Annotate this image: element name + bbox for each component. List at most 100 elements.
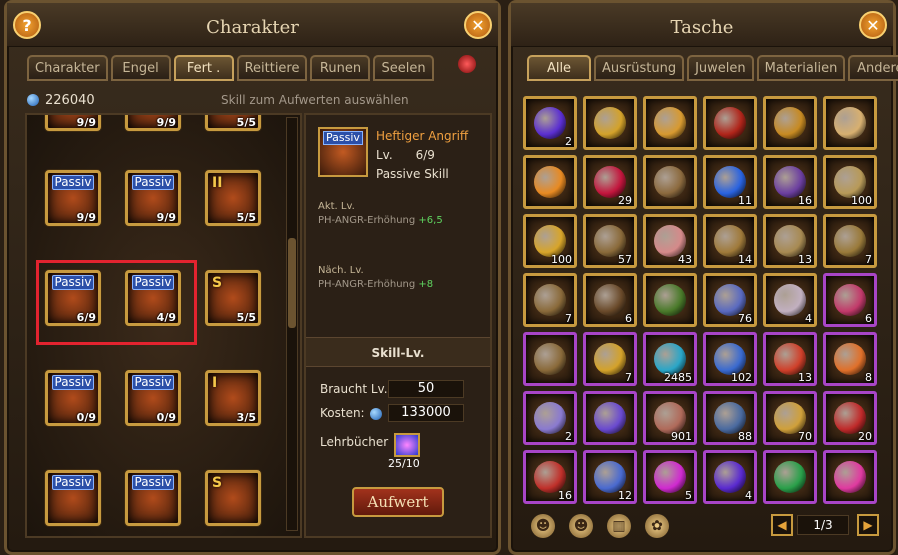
character-titlebar: ? Charakter ✕: [7, 3, 498, 47]
bag-tab-juwelen[interactable]: Juwelen: [687, 55, 754, 81]
skill-slot[interactable]: S 5/5: [205, 270, 261, 326]
bag-close-button[interactable]: ✕: [859, 11, 887, 39]
tab-runen[interactable]: Runen: [310, 55, 371, 81]
item-icon: [594, 402, 626, 434]
inventory-slot[interactable]: [583, 391, 637, 445]
bag-tab-alle[interactable]: Alle: [527, 55, 591, 81]
prev-page-button[interactable]: ◀: [771, 514, 793, 536]
inventory-slot[interactable]: [763, 96, 817, 150]
inventory-slot[interactable]: 43: [643, 214, 697, 268]
skill-slot[interactable]: Passiv: [45, 470, 101, 526]
inventory-slot[interactable]: [823, 450, 877, 504]
skill-slot[interactable]: Passiv 0/9: [125, 370, 181, 426]
stack-icon[interactable]: ▥: [607, 514, 631, 538]
inventory-slot[interactable]: 100: [823, 155, 877, 209]
character-panel: ? Charakter ✕ Charakter Engel Fert . Reitti…: [4, 0, 501, 555]
item-count: 14: [738, 253, 752, 266]
upgrade-button[interactable]: Aufwert: [352, 487, 444, 517]
inventory-slot[interactable]: 70: [763, 391, 817, 445]
item-count: 57: [618, 253, 632, 266]
inventory-slot[interactable]: 6: [583, 273, 637, 327]
passive-badge: Passiv: [132, 175, 174, 190]
tab-seelen[interactable]: Seelen: [373, 55, 434, 81]
inventory-slot[interactable]: 57: [583, 214, 637, 268]
inventory-slot[interactable]: 4: [703, 450, 757, 504]
scroll-thumb[interactable]: [288, 238, 296, 328]
inventory-slot[interactable]: 102: [703, 332, 757, 386]
split-icon[interactable]: ☻: [569, 514, 593, 538]
item-icon: [534, 402, 566, 434]
inventory-slot[interactable]: 29: [583, 155, 637, 209]
inventory-slot[interactable]: 7: [523, 273, 577, 327]
skill-slot[interactable]: Passiv: [125, 470, 181, 526]
inventory-slot[interactable]: [823, 96, 877, 150]
inventory-slot[interactable]: 11: [703, 155, 757, 209]
inventory-slot[interactable]: [643, 273, 697, 327]
required-level-label: Braucht Lv.:: [320, 382, 392, 396]
skill-slot[interactable]: Passiv 9/9: [125, 170, 181, 226]
inventory-slot[interactable]: [583, 96, 637, 150]
settings-icon[interactable]: [458, 55, 476, 73]
skill-slot[interactable]: 9/9: [45, 115, 101, 131]
inventory-slot[interactable]: 13: [763, 214, 817, 268]
inventory-slot[interactable]: 7: [823, 214, 877, 268]
skill-slot[interactable]: II 5/5: [205, 170, 261, 226]
skill-slot[interactable]: Passiv 4/9: [125, 270, 181, 326]
bag-tab-ausr-stung[interactable]: Ausrüstung: [594, 55, 685, 81]
tab-charakter[interactable]: Charakter: [27, 55, 108, 81]
inventory-slot[interactable]: [523, 332, 577, 386]
inventory-slot[interactable]: 4: [763, 273, 817, 327]
passive-badge: Passiv: [52, 175, 94, 190]
inventory-slot[interactable]: [643, 96, 697, 150]
skill-level-label: 0/9: [76, 411, 96, 424]
book-icon[interactable]: [394, 433, 420, 457]
inventory-slot[interactable]: 901: [643, 391, 697, 445]
skill-level-label: 9/9: [156, 211, 176, 224]
inventory-slot[interactable]: [523, 155, 577, 209]
skill-scrollbar[interactable]: [286, 117, 298, 531]
inventory-slot[interactable]: 14: [703, 214, 757, 268]
inventory-slot[interactable]: 12: [583, 450, 637, 504]
inventory-slot[interactable]: 76: [703, 273, 757, 327]
bag-tabs: AlleAusrüstungJuwelenMaterialienAndere: [527, 55, 898, 81]
skill-slot[interactable]: Passiv 6/9: [45, 270, 101, 326]
tab-fert[interactable]: Fert .: [173, 55, 234, 81]
inventory-slot[interactable]: 8: [823, 332, 877, 386]
inventory-slot[interactable]: [643, 155, 697, 209]
inventory-slot[interactable]: 2: [523, 391, 577, 445]
item-icon: [534, 343, 566, 375]
skill-slot[interactable]: Passiv 9/9: [45, 170, 101, 226]
inventory-slot[interactable]: 5: [643, 450, 697, 504]
next-level-label: Näch. Lv.: [318, 265, 364, 276]
passive-badge: Passiv: [52, 475, 94, 490]
inventory-slot[interactable]: 16: [523, 450, 577, 504]
inventory-slot[interactable]: 2485: [643, 332, 697, 386]
item-count: 12: [618, 489, 632, 502]
inventory-slot[interactable]: 20: [823, 391, 877, 445]
next-page-button[interactable]: ▶: [857, 514, 879, 536]
item-count: 2485: [664, 371, 692, 384]
inventory-slot[interactable]: 88: [703, 391, 757, 445]
inventory-slot[interactable]: [703, 96, 757, 150]
inventory-slot[interactable]: 7: [583, 332, 637, 386]
books-label: Lehrbücher: [320, 435, 389, 449]
skill-slot[interactable]: Passiv 0/9: [45, 370, 101, 426]
skill-slot[interactable]: 9/9: [125, 115, 181, 131]
tab-reittiere[interactable]: Reittiere: [236, 55, 308, 81]
close-button[interactable]: ✕: [464, 11, 492, 39]
bag-tab-materialien[interactable]: Materialien: [756, 55, 846, 81]
inventory-slot[interactable]: 2: [523, 96, 577, 150]
inventory-slot[interactable]: 16: [763, 155, 817, 209]
inventory-slot[interactable]: 13: [763, 332, 817, 386]
skill-slot[interactable]: S: [205, 470, 261, 526]
skill-slot[interactable]: 5/5: [205, 115, 261, 131]
settings-gear-icon[interactable]: ✿: [645, 514, 669, 538]
bag-tab-andere[interactable]: Andere: [848, 55, 898, 81]
sort-icon[interactable]: ☻: [531, 514, 555, 538]
inventory-slot[interactable]: 6: [823, 273, 877, 327]
skill-slot[interactable]: I 3/5: [205, 370, 261, 426]
inventory-slot[interactable]: 100: [523, 214, 577, 268]
inventory-slot[interactable]: [763, 450, 817, 504]
tab-engel[interactable]: Engel: [110, 55, 171, 81]
current-bonus: +6,5: [418, 215, 443, 226]
